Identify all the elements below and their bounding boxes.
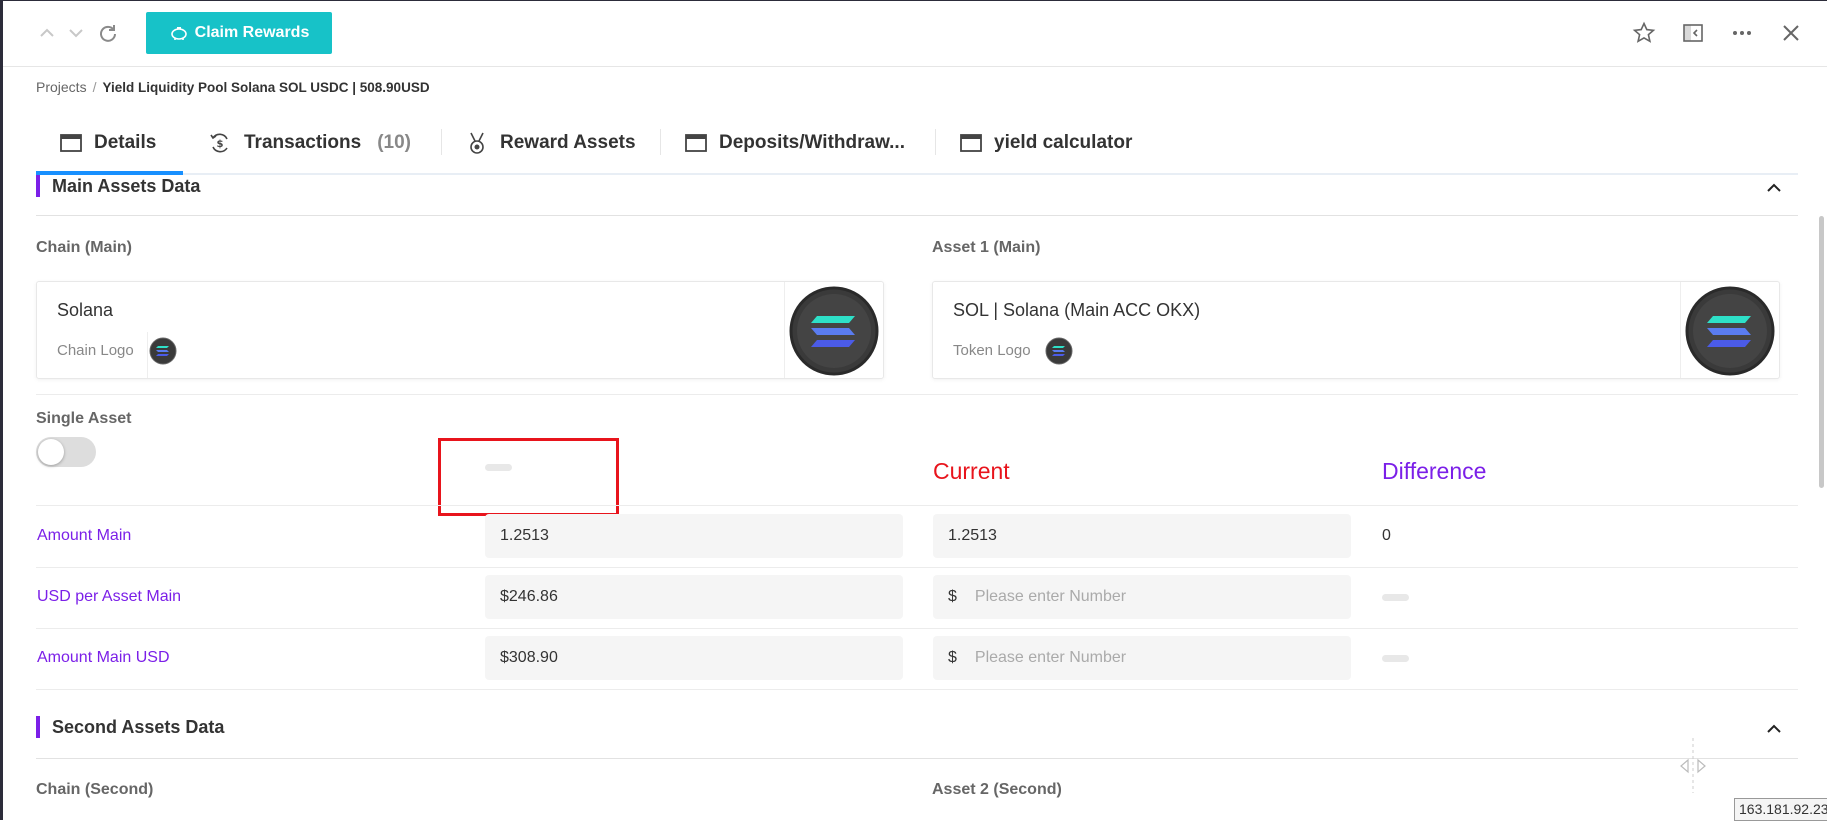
ip-address-tag: 163.181.92.23	[1734, 798, 1827, 821]
asset-card[interactable]: SOL | Solana (Main ACC OKX) Token Logo	[932, 281, 1780, 379]
tab-bar: Details $ Transactions (10) Reward Assets…	[36, 111, 1798, 175]
toggle-knob	[38, 439, 64, 465]
section-divider	[36, 758, 1798, 759]
breadcrumb-root[interactable]: Projects	[36, 79, 87, 95]
currency-prefix: $	[948, 588, 957, 605]
scrollbar-thumb[interactable]	[1819, 216, 1824, 488]
chain-name: Solana	[57, 300, 114, 320]
medal-icon	[470, 132, 484, 154]
row-divider	[36, 628, 1798, 629]
tab-divider	[660, 129, 661, 155]
input-placeholder: Please enter Number	[974, 649, 1127, 666]
tab-transactions[interactable]: $ Transactions (10)	[208, 111, 411, 175]
chevron-up-icon[interactable]	[1764, 178, 1784, 198]
chevron-up-icon[interactable]	[37, 23, 57, 43]
app-window: Claim Rewards Projects / Yield Liquidity P…	[0, 0, 1827, 821]
usd-per-asset-main-initial-input[interactable]: $246.86	[485, 575, 903, 619]
tab-label: Transactions	[244, 132, 362, 153]
row-divider	[36, 505, 1798, 506]
solana-logo-icon	[1045, 337, 1073, 365]
sidebar-toggle-icon[interactable]	[1680, 20, 1706, 46]
asset-second-label: Asset 2 (Second)	[932, 781, 1062, 798]
main-assets-section-title: Main Assets Data	[36, 175, 200, 197]
row-divider	[36, 567, 1798, 568]
solana-logo-icon	[149, 337, 177, 365]
amount-main-usd-current-input[interactable]: $ Please enter Number	[933, 636, 1351, 680]
amount-main-current-input[interactable]: 1.2513	[933, 514, 1351, 558]
tab-count: (10)	[377, 132, 412, 153]
difference-placeholder	[1382, 594, 1409, 601]
tab-label: Reward Assets	[500, 132, 636, 153]
breadcrumb-current: Yield Liquidity Pool Solana SOL USDC | 5…	[102, 80, 430, 95]
asset-main-label: Asset 1 (Main)	[932, 239, 1041, 256]
tab-deposits-withdrawals[interactable]: Deposits/Withdraw...	[685, 111, 905, 175]
input-value: $246.86	[500, 588, 558, 605]
star-icon[interactable]	[1631, 20, 1657, 46]
asset-name: SOL | Solana (Main ACC OKX)	[953, 300, 1201, 320]
window-icon	[960, 134, 982, 152]
solana-logo-icon	[1685, 286, 1775, 376]
token-logo-label: Token Logo	[953, 342, 1031, 359]
amount-main-difference: 0	[1382, 527, 1391, 544]
row-divider	[36, 394, 1798, 395]
amount-main-usd-initial-input[interactable]: $308.90	[485, 636, 903, 680]
chain-main-label: Chain (Main)	[36, 239, 132, 256]
second-assets-section-title: Second Assets Data	[36, 716, 224, 738]
dollar-cycle-icon: $	[210, 133, 228, 153]
tab-label: Deposits/Withdraw...	[719, 132, 905, 153]
top-bar: Claim Rewards	[3, 1, 1827, 67]
chain-card[interactable]: Solana Chain Logo	[36, 281, 884, 379]
more-icon[interactable]	[1729, 20, 1755, 46]
input-value: 1.2513	[500, 527, 549, 544]
breadcrumb-separator: /	[92, 79, 97, 95]
resize-handle-icon[interactable]	[1673, 738, 1713, 793]
tab-divider	[441, 129, 442, 155]
amount-main-label: Amount Main	[37, 527, 132, 544]
window-icon	[685, 134, 707, 152]
tab-label: Details	[94, 132, 157, 153]
section-divider	[36, 215, 1798, 216]
refresh-icon[interactable]	[98, 23, 118, 43]
single-asset-toggle[interactable]	[36, 437, 96, 467]
currency-prefix: $	[948, 649, 957, 666]
chevron-down-icon[interactable]	[66, 23, 86, 43]
input-value: 1.2513	[948, 527, 997, 544]
usd-per-asset-main-label: USD per Asset Main	[37, 588, 182, 605]
amount-main-usd-label: Amount Main USD	[37, 649, 170, 666]
claim-rewards-button[interactable]: Claim Rewards	[146, 12, 332, 54]
input-value: $308.90	[500, 649, 558, 666]
breadcrumb: Projects / Yield Liquidity Pool Solana SOL…	[36, 79, 430, 95]
svg-text:$: $	[217, 139, 224, 150]
single-asset-label: Single Asset	[36, 410, 132, 427]
chevron-up-icon[interactable]	[1764, 719, 1784, 739]
claim-rewards-label: Claim Rewards	[194, 24, 310, 41]
difference-column-header: Difference	[1382, 458, 1487, 484]
tab-divider	[935, 129, 936, 155]
chain-second-label: Chain (Second)	[36, 781, 154, 798]
amount-main-initial-input[interactable]: 1.2513	[485, 514, 903, 558]
difference-placeholder	[1382, 655, 1409, 662]
divider	[1680, 282, 1681, 378]
chain-logo-label: Chain Logo	[57, 342, 134, 359]
tab-yield-calculator[interactable]: yield calculator	[960, 111, 1132, 175]
row-divider	[36, 689, 1798, 690]
input-placeholder: Please enter Number	[974, 588, 1127, 605]
tab-reward-assets[interactable]: Reward Assets	[466, 111, 636, 175]
tab-label: yield calculator	[994, 132, 1133, 153]
current-column-header: Current	[933, 458, 1010, 484]
piggy-bank-icon	[170, 27, 187, 40]
tab-details[interactable]: Details	[60, 111, 156, 175]
divider	[147, 332, 148, 378]
solana-logo-icon	[789, 286, 879, 376]
divider	[784, 282, 785, 378]
usd-per-asset-main-current-input[interactable]: $ Please enter Number	[933, 575, 1351, 619]
window-icon	[60, 134, 82, 152]
close-icon[interactable]	[1778, 20, 1804, 46]
